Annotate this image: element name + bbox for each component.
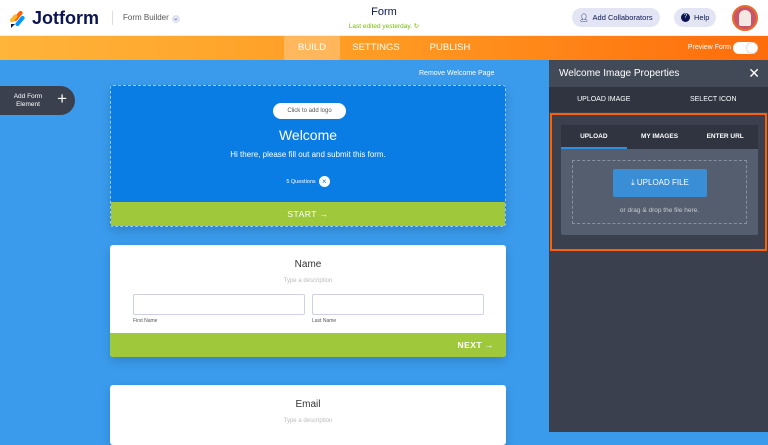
welcome-heading[interactable]: Welcome (111, 127, 505, 143)
close-icon[interactable]: × (319, 176, 330, 187)
remove-welcome-page-link[interactable]: Remove Welcome Page (419, 70, 494, 77)
welcome-text[interactable]: Hi there, please fill out and submit thi… (111, 150, 505, 159)
refresh-icon: ↻ (414, 23, 419, 30)
start-label: START (287, 209, 316, 219)
tab-enter-url[interactable]: ENTER URL (692, 125, 758, 149)
add-form-element-label: Add Form Element (8, 93, 48, 109)
drag-drop-hint: or drag & drop the file here. (573, 207, 746, 214)
upload-file-label: UPLOAD FILE (637, 178, 689, 187)
upload-box: UPLOAD MY IMAGES ENTER URL ⤓ UPLOAD FILE… (561, 125, 758, 235)
questions-count: 5 Questions × (111, 176, 505, 187)
upload-section: UPLOAD MY IMAGES ENTER URL ⤓ UPLOAD FILE… (550, 113, 767, 251)
name-title[interactable]: Name (110, 259, 506, 270)
plus-icon: + (57, 89, 67, 109)
help-label: Help (694, 13, 709, 22)
tab-build[interactable]: BUILD (284, 36, 340, 60)
preview-form-toggle[interactable] (733, 42, 758, 54)
add-collaborators-button[interactable]: 👤︎ Add Collaborators (572, 8, 660, 27)
panel-title: Welcome Image Properties (559, 68, 679, 79)
questions-label: 5 Questions (286, 179, 315, 185)
add-form-element-button[interactable]: Add Form Element + (0, 86, 75, 115)
add-collaborators-label: Add Collaborators (593, 13, 653, 22)
next-label: NEXT (457, 340, 482, 350)
start-button[interactable]: START → (111, 202, 505, 226)
close-icon[interactable]: ✕ (748, 60, 760, 87)
avatar[interactable] (732, 5, 758, 31)
drop-zone[interactable]: ⤓ UPLOAD FILE or drag & drop the file he… (572, 160, 747, 224)
email-card[interactable]: Email Type a description (110, 385, 506, 445)
last-name-label: Last Name (312, 318, 336, 324)
tab-my-images[interactable]: MY IMAGES (627, 125, 693, 149)
preview-form-label: Preview Form (688, 44, 731, 51)
email-description[interactable]: Type a description (110, 418, 506, 424)
nav-bar: BUILD SETTINGS PUBLISH Preview Form (0, 36, 768, 60)
help-icon: ? (681, 13, 690, 22)
arrow-right-icon: → (485, 340, 494, 350)
tab-publish[interactable]: PUBLISH (420, 36, 480, 60)
welcome-card[interactable]: Click to add logo Welcome Hi there, plea… (110, 85, 506, 227)
add-logo-button[interactable]: Click to add logo (273, 103, 346, 119)
upload-tabs: UPLOAD MY IMAGES ENTER URL (561, 125, 758, 149)
next-button[interactable]: NEXT → (110, 333, 506, 357)
panel-header: Welcome Image Properties ✕ (549, 60, 768, 87)
welcome-image-properties-panel: Welcome Image Properties ✕ UPLOAD IMAGE S… (549, 60, 768, 432)
tab-settings[interactable]: SETTINGS (345, 36, 407, 60)
email-title[interactable]: Email (110, 399, 506, 410)
tab-upload-image[interactable]: UPLOAD IMAGE (549, 96, 659, 103)
arrow-right-icon: → (320, 209, 329, 219)
first-name-input[interactable] (133, 294, 305, 315)
tab-select-icon[interactable]: SELECT ICON (659, 96, 768, 103)
user-icon: 👤︎ (579, 13, 589, 22)
first-name-label: First Name (133, 318, 157, 324)
name-card[interactable]: Name Type a description First Name Last … (110, 245, 506, 357)
download-icon: ⤓ (631, 178, 635, 187)
name-description[interactable]: Type a description (110, 278, 506, 284)
last-edited-text: Last edited yesterday. (349, 23, 412, 30)
panel-tabs: UPLOAD IMAGE SELECT ICON (549, 87, 768, 112)
last-name-input[interactable] (312, 294, 484, 315)
tab-upload[interactable]: UPLOAD (561, 125, 627, 149)
upload-file-button[interactable]: ⤓ UPLOAD FILE (613, 169, 707, 197)
help-button[interactable]: ? Help (674, 8, 716, 27)
header: Jotform Form Builder⌄ Form Last edited y… (0, 0, 768, 36)
